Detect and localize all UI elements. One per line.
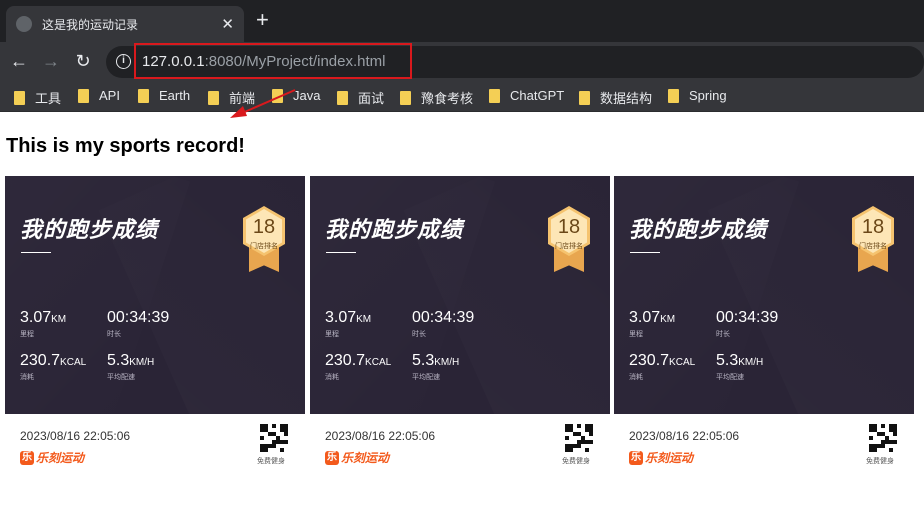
rank-label: 门店排名: [555, 243, 583, 250]
record-date: 2023/08/16 22:05:06: [20, 429, 131, 443]
duration-stat: 00:34:39 时长: [716, 309, 779, 338]
folder-icon: [489, 88, 500, 103]
address-bar[interactable]: i 127.0.0.1:8080/MyProject/index.html: [106, 43, 924, 79]
url-path: :8080/MyProject/index.html: [204, 53, 386, 70]
divider: [326, 252, 356, 253]
bookmark-folder[interactable]: 豫食考核: [400, 88, 473, 107]
bookmark-folder[interactable]: API: [78, 88, 120, 103]
calories-stat: 230.7KCAL 消耗: [629, 352, 696, 381]
distance-stat: 3.07KM 里程: [325, 309, 372, 338]
speed-stat: 5.3KM/H 平均配速: [107, 352, 155, 381]
distance-stat: 3.07KM 里程: [20, 309, 67, 338]
url-highlight-box: 127.0.0.1:8080/MyProject/index.html: [134, 43, 412, 79]
info-icon[interactable]: i: [116, 54, 131, 69]
bookmark-folder[interactable]: 工具: [14, 88, 61, 107]
brand-name: 乐刻运动: [645, 451, 694, 465]
qr-code-icon: [869, 424, 897, 452]
reload-icon[interactable]: ↻: [72, 50, 94, 72]
calories-stat: 230.7KCAL 消耗: [325, 352, 392, 381]
folder-icon: [337, 90, 348, 105]
sports-record-card: 我的跑步成绩 18 门店排名 3.07KM 里程 00:34:39 时长 230…: [310, 176, 610, 466]
brand-icon: 乐: [20, 450, 34, 465]
qr-code-icon: [565, 424, 593, 452]
qr-label: 免费健身: [257, 458, 285, 465]
brand-name: 乐刻运动: [341, 451, 390, 465]
bookmark-folder[interactable]: 前端: [208, 88, 255, 107]
rank-label: 门店排名: [250, 243, 278, 250]
brand-icon: 乐: [629, 450, 643, 465]
distance-stat: 3.07KM 里程: [629, 309, 676, 338]
card-heading: 我的跑步成绩: [629, 217, 768, 242]
brand-name: 乐刻运动: [36, 451, 85, 465]
folder-icon: [579, 90, 590, 105]
folder-icon: [272, 88, 283, 103]
bookmark-folder[interactable]: 数据结构: [579, 88, 652, 107]
bookmark-folder[interactable]: Spring: [668, 88, 727, 103]
brand-logo: 乐 乐刻运动: [325, 449, 389, 466]
speed-stat: 5.3KM/H 平均配速: [412, 352, 460, 381]
qr-code-icon: [260, 424, 288, 452]
rank-value: 18: [557, 216, 581, 238]
sports-record-card: 我的跑步成绩 18 门店排名 3.07KM 里程 00:34:39 时长 230…: [5, 176, 305, 466]
tab-bar: 这是我的运动记录 ✕ +: [0, 0, 924, 42]
forward-icon[interactable]: →: [40, 50, 62, 72]
url-text[interactable]: 127.0.0.1:8080/MyProject/index.html: [142, 53, 385, 70]
duration-stat: 00:34:39 时长: [107, 309, 170, 338]
rank-badge: 18 门店排名: [852, 206, 894, 272]
rank-label: 门店排名: [859, 243, 887, 250]
globe-icon: [16, 16, 32, 32]
divider: [21, 252, 51, 253]
page-title: This is my sports record!: [6, 135, 245, 157]
tab-title: 这是我的运动记录: [42, 17, 139, 32]
record-date: 2023/08/16 22:05:06: [325, 429, 436, 443]
close-icon[interactable]: ✕: [221, 17, 234, 32]
speed-stat: 5.3KM/H 平均配速: [716, 352, 764, 381]
rank-value: 18: [252, 216, 276, 238]
duration-stat: 00:34:39 时长: [412, 309, 475, 338]
qr-label: 免费健身: [866, 458, 894, 465]
folder-icon: [400, 90, 411, 105]
bookmarks-bar: 工具 API Earth 前端 Java 面试 豫食考核 ChatGPT 数据结…: [0, 82, 924, 112]
browser-tab[interactable]: 这是我的运动记录 ✕: [6, 6, 244, 42]
brand-icon: 乐: [325, 450, 339, 465]
brand-logo: 乐 乐刻运动: [20, 449, 84, 466]
qr-label: 免费健身: [562, 458, 590, 465]
browser-toolbar: ← → ↻ i 127.0.0.1:8080/MyProject/index.h…: [0, 42, 924, 82]
folder-icon: [78, 88, 89, 103]
rank-value: 18: [861, 216, 885, 238]
calories-stat: 230.7KCAL 消耗: [20, 352, 87, 381]
divider: [630, 252, 660, 253]
bookmark-folder[interactable]: Earth: [138, 88, 190, 103]
card-heading: 我的跑步成绩: [20, 217, 159, 242]
record-date: 2023/08/16 22:05:06: [629, 429, 740, 443]
folder-icon: [208, 90, 219, 105]
rank-badge: 18 门店排名: [548, 206, 590, 272]
bookmark-folder[interactable]: Java: [272, 88, 320, 103]
url-host: 127.0.0.1: [142, 53, 205, 70]
bookmark-folder[interactable]: ChatGPT: [489, 88, 564, 103]
record-panel: 我的跑步成绩 18 门店排名 3.07KM 里程 00:34:39 时长 230…: [5, 176, 305, 414]
folder-icon: [14, 90, 25, 105]
card-heading: 我的跑步成绩: [325, 217, 464, 242]
record-panel: 我的跑步成绩 18 门店排名 3.07KM 里程 00:34:39 时长 230…: [310, 176, 610, 414]
sports-record-card: 我的跑步成绩 18 门店排名 3.07KM 里程 00:34:39 时长 230…: [614, 176, 914, 466]
new-tab-button[interactable]: +: [256, 9, 269, 31]
rank-badge: 18 门店排名: [243, 206, 285, 272]
folder-icon: [138, 88, 149, 103]
brand-logo: 乐 乐刻运动: [629, 449, 693, 466]
folder-icon: [668, 88, 679, 103]
record-panel: 我的跑步成绩 18 门店排名 3.07KM 里程 00:34:39 时长 230…: [614, 176, 914, 414]
bookmark-folder[interactable]: 面试: [337, 88, 384, 107]
back-icon[interactable]: ←: [8, 50, 30, 72]
